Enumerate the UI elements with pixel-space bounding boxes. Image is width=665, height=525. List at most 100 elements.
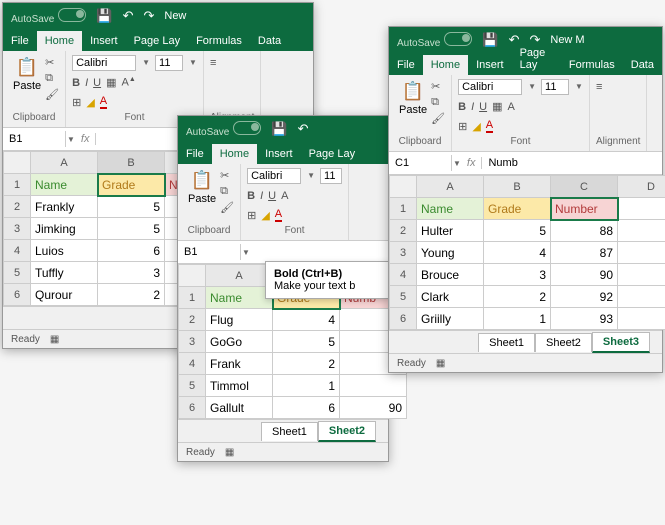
border-button[interactable]: ▦: [106, 76, 116, 89]
paste-button[interactable]: 📋 Paste: [9, 53, 45, 101]
cut-icon[interactable]: ✂: [431, 80, 445, 93]
fill-color-icon[interactable]: ◢: [261, 209, 269, 222]
sheet-tab-1[interactable]: Sheet1: [261, 422, 318, 441]
font-size-select[interactable]: 11: [320, 168, 342, 184]
undo-icon[interactable]: ↶: [123, 8, 134, 24]
font-color-icon[interactable]: A: [486, 119, 493, 133]
font-grow-icon[interactable]: A: [281, 190, 288, 202]
tab-pagelayout[interactable]: Page Lay: [126, 31, 188, 51]
tab-file[interactable]: File: [3, 31, 37, 51]
font-color-icon[interactable]: A: [100, 95, 107, 109]
sheet-tabs: Sheet1 Sheet2 Sheet3: [389, 330, 662, 353]
copy-icon[interactable]: ⧉: [220, 185, 234, 198]
autosave-label: AutoSave: [11, 8, 86, 25]
cut-icon[interactable]: ✂: [45, 56, 59, 69]
align-icon[interactable]: ≡: [596, 81, 602, 93]
save-icon[interactable]: 💾: [482, 32, 498, 48]
sheet-tabs: Sheet1 Sheet2: [178, 419, 388, 442]
tab-home[interactable]: Home: [212, 144, 257, 164]
border-button[interactable]: ▦: [492, 100, 502, 113]
sheet-tab-1[interactable]: Sheet1: [478, 333, 535, 352]
macro-icon[interactable]: ▦: [436, 358, 445, 369]
clipboard-group: 📋 Paste ✂ ⧉ 🖌 Clipboard: [178, 164, 241, 240]
border-icon[interactable]: ⊞: [247, 209, 256, 222]
status-bar: Ready▦: [389, 353, 662, 372]
tab-formulas[interactable]: Formulas: [561, 55, 623, 75]
font-size-select[interactable]: 11: [541, 79, 569, 95]
autosave-toggle[interactable]: [58, 8, 86, 22]
status-bar: Ready▦: [178, 442, 388, 461]
tab-pagelayout[interactable]: Page Lay: [512, 43, 561, 75]
grid[interactable]: ABCD 1NameGradeNumber 2Hulter588 3Young4…: [389, 175, 662, 330]
paste-button[interactable]: 📋 Paste: [395, 77, 431, 125]
autosave-toggle[interactable]: [233, 121, 261, 135]
italic-button[interactable]: I: [85, 77, 88, 89]
menu-bar: File Home Insert Page Lay Formulas Data: [3, 29, 313, 51]
font-name-select[interactable]: Calibri: [458, 79, 522, 95]
macro-icon[interactable]: ▦: [225, 447, 234, 458]
formula-input[interactable]: Numb: [482, 155, 662, 171]
tab-insert[interactable]: Insert: [468, 55, 512, 75]
border-icon[interactable]: ⊞: [458, 120, 467, 133]
alignment-group: ≡ Alignment: [590, 75, 647, 151]
underline-button[interactable]: U: [479, 101, 487, 113]
macro-icon[interactable]: ▦: [50, 334, 59, 345]
copy-icon[interactable]: ⧉: [431, 96, 445, 109]
ribbon: 📋 Paste ✂ ⧉ 🖌 Clipboard Calibri▼ 11 B I …: [178, 164, 388, 241]
format-painter-icon[interactable]: 🖌: [431, 112, 445, 125]
bold-button[interactable]: B: [247, 190, 255, 202]
italic-button[interactable]: I: [471, 101, 474, 113]
tab-data[interactable]: Data: [250, 31, 289, 51]
sheet-tab-2[interactable]: Sheet2: [535, 333, 592, 352]
font-name-select[interactable]: Calibri: [72, 55, 136, 71]
save-icon[interactable]: 💾: [96, 8, 112, 24]
tab-formulas[interactable]: Formulas: [188, 31, 250, 51]
underline-button[interactable]: U: [268, 190, 276, 202]
tab-pagelayout[interactable]: Page Lay: [301, 144, 363, 164]
font-grow-icon[interactable]: A▲: [121, 76, 135, 89]
font-color-icon[interactable]: A: [275, 208, 282, 222]
fx-icon[interactable]: fx: [461, 157, 483, 169]
underline-button[interactable]: U: [93, 77, 101, 89]
bold-button[interactable]: B: [458, 101, 466, 113]
tab-data[interactable]: Data: [623, 55, 662, 75]
font-group: Calibri▼ 11 B I U A ⊞ ◢ A Font: [241, 164, 349, 240]
cut-icon[interactable]: ✂: [220, 169, 234, 182]
sheet-tab-3[interactable]: Sheet3: [592, 332, 650, 353]
tab-insert[interactable]: Insert: [257, 144, 301, 164]
font-grow-icon[interactable]: A: [507, 101, 514, 113]
font-name-select[interactable]: Calibri: [247, 168, 301, 184]
format-painter-icon[interactable]: 🖌: [45, 88, 59, 101]
fill-color-icon[interactable]: ◢: [86, 96, 94, 109]
menu-bar: File Home Insert Page Lay Formulas Data: [389, 53, 662, 75]
sheet-tab-2[interactable]: Sheet2: [318, 421, 376, 442]
redo-icon[interactable]: ↷: [143, 8, 154, 24]
copy-icon[interactable]: ⧉: [45, 72, 59, 85]
tab-file[interactable]: File: [389, 55, 423, 75]
tab-home[interactable]: Home: [37, 31, 82, 51]
bold-button[interactable]: B: [72, 77, 80, 89]
align-top-icon[interactable]: ≡: [210, 57, 216, 69]
paste-button[interactable]: 📋 Paste: [184, 166, 220, 214]
tab-home[interactable]: Home: [423, 55, 468, 75]
tab-file[interactable]: File: [178, 144, 212, 164]
autosave-toggle[interactable]: [444, 32, 472, 46]
name-box[interactable]: B1: [178, 244, 241, 260]
tab-insert[interactable]: Insert: [82, 31, 126, 51]
undo-icon[interactable]: ↶: [298, 121, 309, 137]
fx-icon[interactable]: fx: [75, 133, 97, 145]
ribbon: 📋 Paste ✂ ⧉ 🖌 Clipboard Calibri▼ 11▼ B I…: [389, 75, 662, 152]
name-box[interactable]: B1: [3, 131, 66, 147]
format-painter-icon[interactable]: 🖌: [220, 201, 234, 214]
fill-color-icon[interactable]: ◢: [472, 120, 480, 133]
autosave-label: AutoSave: [397, 32, 472, 49]
italic-button[interactable]: I: [260, 190, 263, 202]
titlebar: AutoSave 💾 ↶: [178, 116, 388, 142]
border-icon[interactable]: ⊞: [72, 96, 81, 109]
clipboard-icon: 📋: [401, 79, 425, 103]
clipboard-icon: 📋: [190, 168, 214, 192]
name-box[interactable]: C1: [389, 155, 452, 171]
font-size-select[interactable]: 11: [155, 55, 183, 71]
clipboard-group: 📋 Paste ✂ ⧉ 🖌 Clipboard: [3, 51, 66, 127]
save-icon[interactable]: 💾: [271, 121, 287, 137]
